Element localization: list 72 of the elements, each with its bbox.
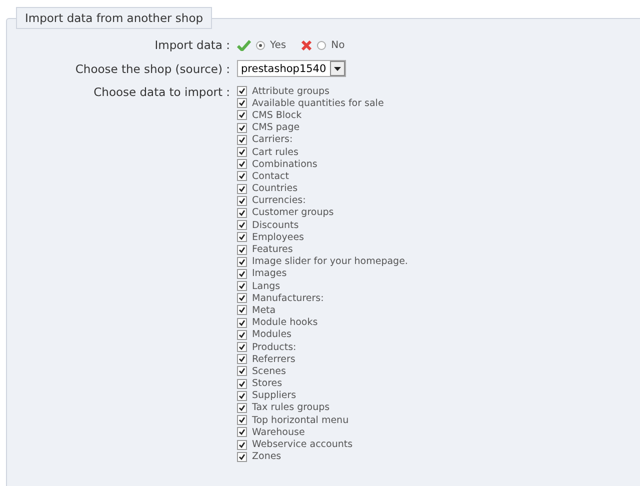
- checkbox-label: Available quantities for sale: [252, 98, 384, 109]
- checkbox[interactable]: [237, 390, 247, 401]
- checkbox[interactable]: [237, 256, 247, 267]
- checkbox-label: Manufacturers:: [252, 292, 324, 304]
- checkbox[interactable]: [237, 122, 247, 133]
- checkbox-label: Employees: [252, 232, 304, 243]
- check-icon: [237, 40, 251, 50]
- checkbox[interactable]: [237, 196, 247, 206]
- checkbox[interactable]: [237, 281, 247, 292]
- checkbox[interactable]: [237, 427, 247, 438]
- checkbox-label: Warehouse: [252, 426, 305, 438]
- checkbox-label: Cart rules: [252, 146, 298, 158]
- checkbox-label: Carriers:: [252, 134, 293, 146]
- checkbox-label: Features: [252, 244, 293, 256]
- checkbox-label: Scenes: [252, 366, 286, 377]
- checkbox[interactable]: [237, 268, 247, 279]
- checkbox[interactable]: [237, 440, 247, 450]
- checkbox[interactable]: [237, 220, 247, 230]
- checkbox[interactable]: [237, 208, 247, 218]
- checkbox[interactable]: [237, 415, 247, 426]
- checkbox-label: Module hooks: [252, 317, 318, 328]
- checkbox[interactable]: [237, 378, 247, 389]
- checkbox-label: CMS Block: [252, 110, 302, 121]
- field-label: Import data :: [154, 38, 230, 52]
- checkbox-label: Langs: [252, 280, 280, 292]
- checkbox[interactable]: [237, 330, 247, 340]
- checkbox[interactable]: [237, 98, 247, 108]
- checkbox[interactable]: [237, 110, 247, 120]
- checkbox[interactable]: [237, 366, 247, 376]
- checkbox-label: Meta: [252, 304, 276, 316]
- section-title: Import data from another shop: [16, 7, 212, 29]
- checkbox-label: Webservice accounts: [252, 439, 353, 450]
- radio-option[interactable]: No: [317, 40, 345, 50]
- checkbox[interactable]: [237, 354, 247, 364]
- checkbox-label: Zones: [252, 451, 282, 462]
- checkbox[interactable]: [237, 318, 247, 328]
- checkbox-label: Contact: [252, 170, 289, 182]
- checkbox-label: Attribute groups: [252, 86, 330, 97]
- checkbox[interactable]: [237, 293, 247, 304]
- field-label: Choose data to import :: [92, 85, 230, 99]
- checkbox[interactable]: [237, 402, 247, 413]
- checkbox-label: Countries: [252, 183, 298, 194]
- checkbox-label: Products:: [252, 342, 296, 353]
- checkbox-label: Currencies:: [252, 195, 306, 206]
- checkbox-label: Stores: [252, 378, 282, 390]
- checkbox[interactable]: [237, 147, 247, 158]
- checkbox-label: Suppliers: [252, 390, 296, 402]
- checkbox[interactable]: [237, 342, 247, 352]
- checkbox-label: Image slider for your homepage.: [252, 256, 408, 268]
- checkbox-label: Tax rules groups: [252, 402, 330, 414]
- checkbox-label: Modules: [252, 329, 292, 340]
- checkbox[interactable]: [237, 244, 247, 255]
- checkbox[interactable]: [237, 232, 247, 242]
- checkbox[interactable]: [237, 134, 247, 145]
- checkbox-label: Top horizontal menu: [252, 414, 349, 426]
- caret-icon: [334, 66, 342, 70]
- checkbox-label: Referrers: [252, 354, 296, 365]
- checkbox-label: CMS page: [252, 122, 300, 134]
- checkbox-label: Discounts: [252, 220, 299, 231]
- cross-icon: [301, 40, 312, 50]
- checkbox-label: Combinations: [252, 158, 318, 170]
- checkbox[interactable]: [237, 171, 247, 182]
- field-label: Choose the shop (source) :: [74, 62, 230, 76]
- checkbox[interactable]: [237, 305, 247, 316]
- checkbox-label: Customer groups: [252, 207, 334, 218]
- checkbox[interactable]: [237, 159, 247, 170]
- checkbox[interactable]: [237, 184, 247, 194]
- checkbox[interactable]: [237, 452, 247, 462]
- shop-dropdown[interactable]: prestashop1540: [237, 60, 346, 77]
- checkbox[interactable]: [237, 86, 247, 96]
- checkbox-label: Images: [252, 268, 287, 280]
- radio-option[interactable]: Yes: [256, 40, 286, 50]
